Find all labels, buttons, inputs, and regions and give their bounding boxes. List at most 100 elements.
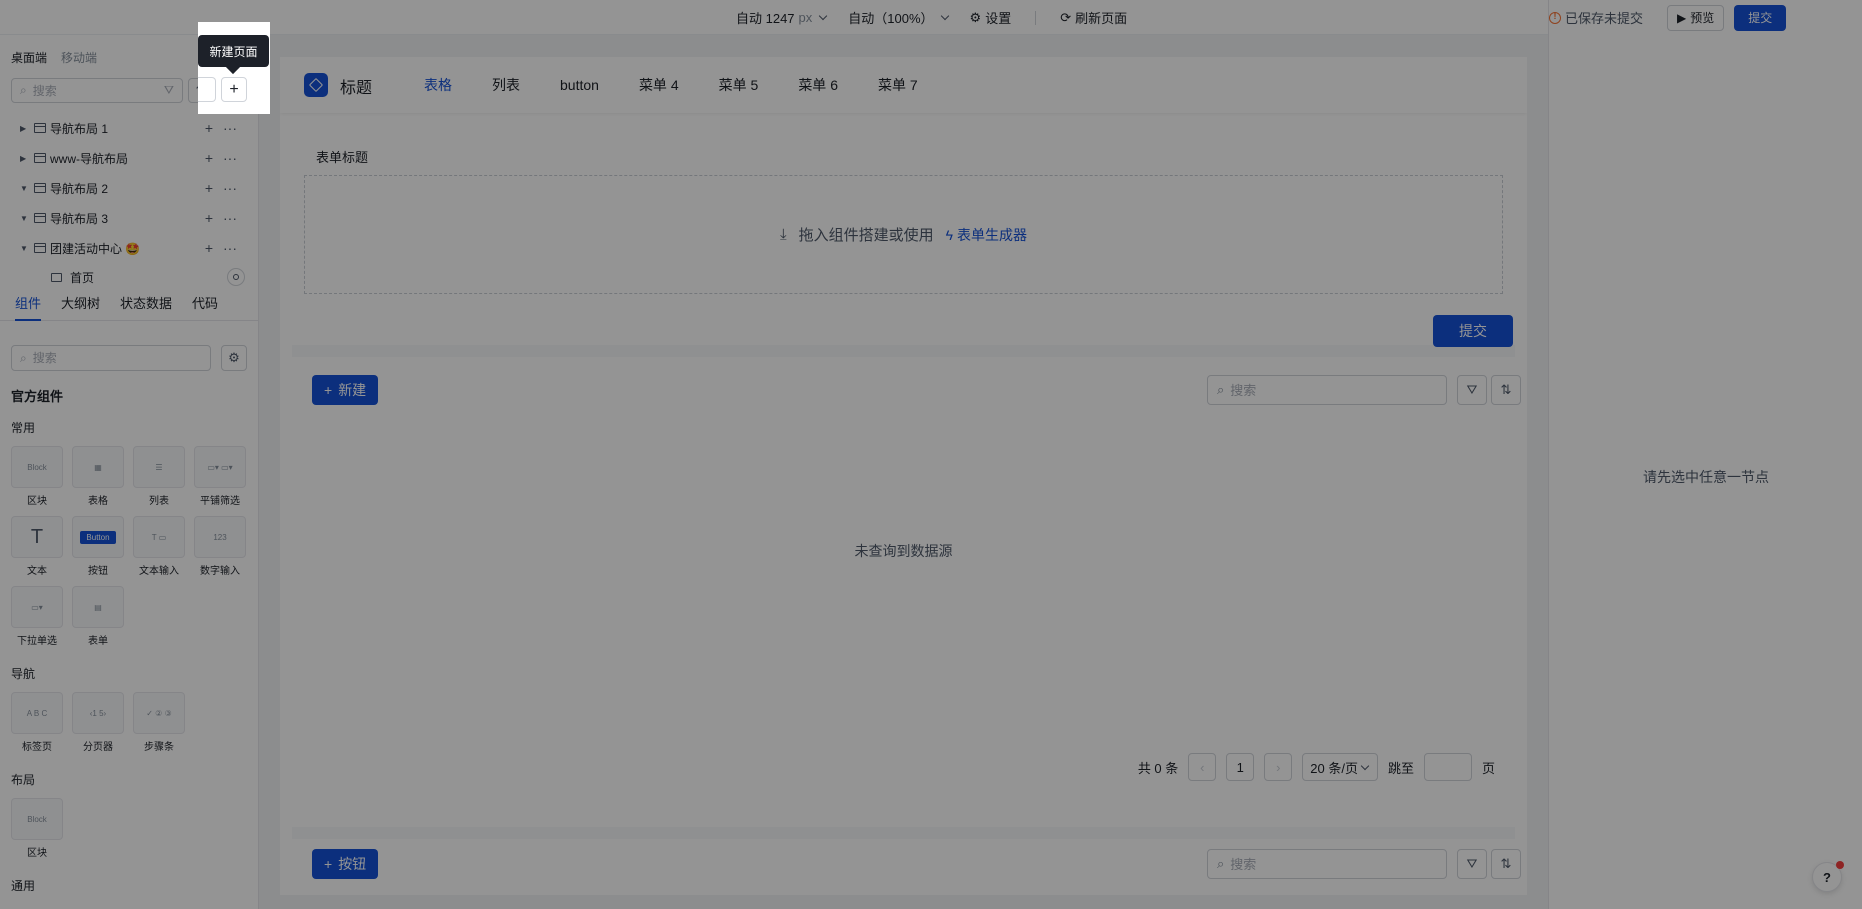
bottom-search-input[interactable] [1230,856,1437,872]
empty-state: 未查询到数据源 [854,543,953,559]
component-button[interactable]: Button 按钮 [72,516,124,577]
component-steps[interactable]: ✓ ② ③ 步骤条 [133,692,185,753]
refresh-page-button[interactable]: ⟳ 刷新页面 [1060,8,1127,27]
tabs-thumb: A B C [11,692,63,734]
zoom-select[interactable]: 自动（100%） [848,8,949,27]
component-settings-button[interactable]: ⚙ [221,345,247,371]
more-icon[interactable]: ··· [223,210,237,226]
tree-item-nav-layout-1[interactable]: ▶ 导航布局 1 + ··· [0,115,258,141]
menu-item-list[interactable]: 列表 [492,75,520,95]
tab-components[interactable]: 组件 [15,293,42,321]
menu-item-4[interactable]: 菜单 4 [639,75,679,95]
component-search-input[interactable] [32,351,202,365]
component-label: 下拉单选 [17,636,57,647]
toolbar-right: 已保存未提交 ▶ 预览 提交 [1548,0,1862,35]
caret-down-icon[interactable]: ▼ [20,244,30,253]
form-generator-link[interactable]: ϟ 表单生成器 [946,225,1027,245]
prev-page-button[interactable]: ‹ [1188,753,1217,781]
bottom-sort-button[interactable]: ⇅ [1491,849,1521,879]
sort-icon: ⇅ [1500,856,1512,871]
menu-item-6[interactable]: 菜单 6 [798,75,838,95]
tree-item-team-center[interactable]: ▼ 团建活动中心 🤩 + ··· [0,235,258,261]
jump-input[interactable] [1423,753,1472,781]
tab-state-data[interactable]: 状态数据 [120,293,172,321]
more-icon[interactable]: ··· [223,180,237,196]
dropdown-thumb: ▭▾ [11,586,63,628]
more-icon[interactable]: ··· [223,150,237,166]
tree-item-home[interactable]: 首页 [0,264,258,290]
add-icon[interactable]: + [205,180,213,196]
drop-text: 拖入组件搭建或使用 [798,227,934,244]
menu-item-button[interactable]: button [560,77,599,93]
form-submit-button[interactable]: 提交 [1433,315,1513,347]
canvas-width-select[interactable]: 自动 1247 px [736,8,828,27]
more-icon[interactable]: ··· [223,240,237,256]
page-number-button[interactable]: 1 [1226,753,1255,781]
component-text-input[interactable]: T ▭ 文本输入 [133,516,185,577]
component-table[interactable]: ▦ 表格 [72,446,124,507]
menu-item-7[interactable]: 菜单 7 [878,75,918,95]
caret-down-icon[interactable]: ▼ [20,214,30,223]
next-page-button[interactable]: › [1264,753,1293,781]
page-search-input[interactable] [32,83,158,98]
add-icon[interactable]: + [205,150,213,166]
menu-item-table[interactable]: 表格 [424,75,452,95]
jump-label: 跳至 [1387,760,1414,776]
filter-icon: ⛛ [1466,382,1478,397]
plus-icon: + [229,80,239,98]
component-pagination[interactable]: ‹1 5› 分页器 [72,692,124,753]
table-search-input[interactable] [1230,382,1437,398]
caret-down-icon[interactable]: ▼ [20,184,30,193]
add-button[interactable]: + 按钮 [312,849,379,879]
search-icon: ⌕ [1217,856,1225,871]
component-text[interactable]: T 文本 [11,516,63,577]
menu-item-5[interactable]: 菜单 5 [719,75,759,95]
tree-item-nav-layout-3[interactable]: ▼ 导航布局 3 + ··· [0,205,258,231]
form-card: 表单标题 ⤓ 拖入组件搭建或使用 ϟ 表单生成器 提交 [292,125,1515,347]
bottom-search: ⌕ [1207,849,1447,879]
tree-item-nav-layout-2[interactable]: ▼ 导航布局 2 + ··· [0,175,258,201]
caret-right-icon[interactable]: ▶ [20,154,30,163]
add-icon[interactable]: + [205,240,213,256]
tab-code[interactable]: 代码 [192,293,218,321]
tab-desktop[interactable]: 桌面端 [11,49,47,66]
plus-icon: + [324,382,333,398]
drop-zone[interactable]: ⤓ 拖入组件搭建或使用 ϟ 表单生成器 [304,175,1503,294]
component-label: 文本 [27,566,47,577]
filter-icon[interactable]: ⛛ [164,83,174,98]
locate-icon[interactable] [227,268,245,286]
component-tiled-filter[interactable]: ▭▾ ▭▾ 平铺筛选 [194,446,246,507]
chevron-down-icon [940,11,949,21]
component-tabs[interactable]: A B C 标签页 [11,692,63,753]
table-filter-button[interactable]: ⛛ [1457,375,1487,405]
component-number-input[interactable]: 123 数字输入 [194,516,246,577]
submit-button[interactable]: 提交 [1734,4,1787,31]
table-sort-button[interactable]: ⇅ [1491,375,1521,405]
add-icon[interactable]: + [205,120,213,136]
settings-button[interactable]: ⚙ 设置 [970,8,1012,27]
form-title: 表单标题 [316,150,369,165]
component-list[interactable]: ☰ 列表 [133,446,185,507]
tab-mobile[interactable]: 移动端 [61,49,97,66]
caret-right-icon[interactable]: ▶ [20,124,30,133]
component-layout-block[interactable]: Block 区块 [11,798,63,859]
component-dropdown[interactable]: ▭▾ 下拉单选 [11,586,63,647]
new-button[interactable]: + 新建 [312,375,379,405]
component-label: 表单 [88,636,108,647]
component-form[interactable]: ▤ 表单 [72,586,124,647]
new-page-button[interactable]: + [221,77,247,102]
component-block[interactable]: Block 区块 [11,446,63,507]
page-size-select[interactable]: 20 条/页 [1302,753,1378,781]
preview-label: 预览 [1690,11,1715,25]
logo-icon [304,73,328,97]
preview-button[interactable]: ▶ 预览 [1667,4,1725,31]
sort-button-edge [198,77,216,102]
bottom-filter-button[interactable]: ⛛ [1457,849,1487,879]
button-thumb-label: Button [80,530,116,544]
tree-item-www-nav-layout[interactable]: ▶ www-导航布局 + ··· [0,145,258,171]
select-node-hint: 请先选中任意一节点 [1643,469,1769,485]
add-icon[interactable]: + [205,210,213,226]
save-status: 已保存未提交 [1549,8,1643,27]
more-icon[interactable]: ··· [223,120,237,136]
tab-outline-tree[interactable]: 大纲树 [61,293,100,321]
